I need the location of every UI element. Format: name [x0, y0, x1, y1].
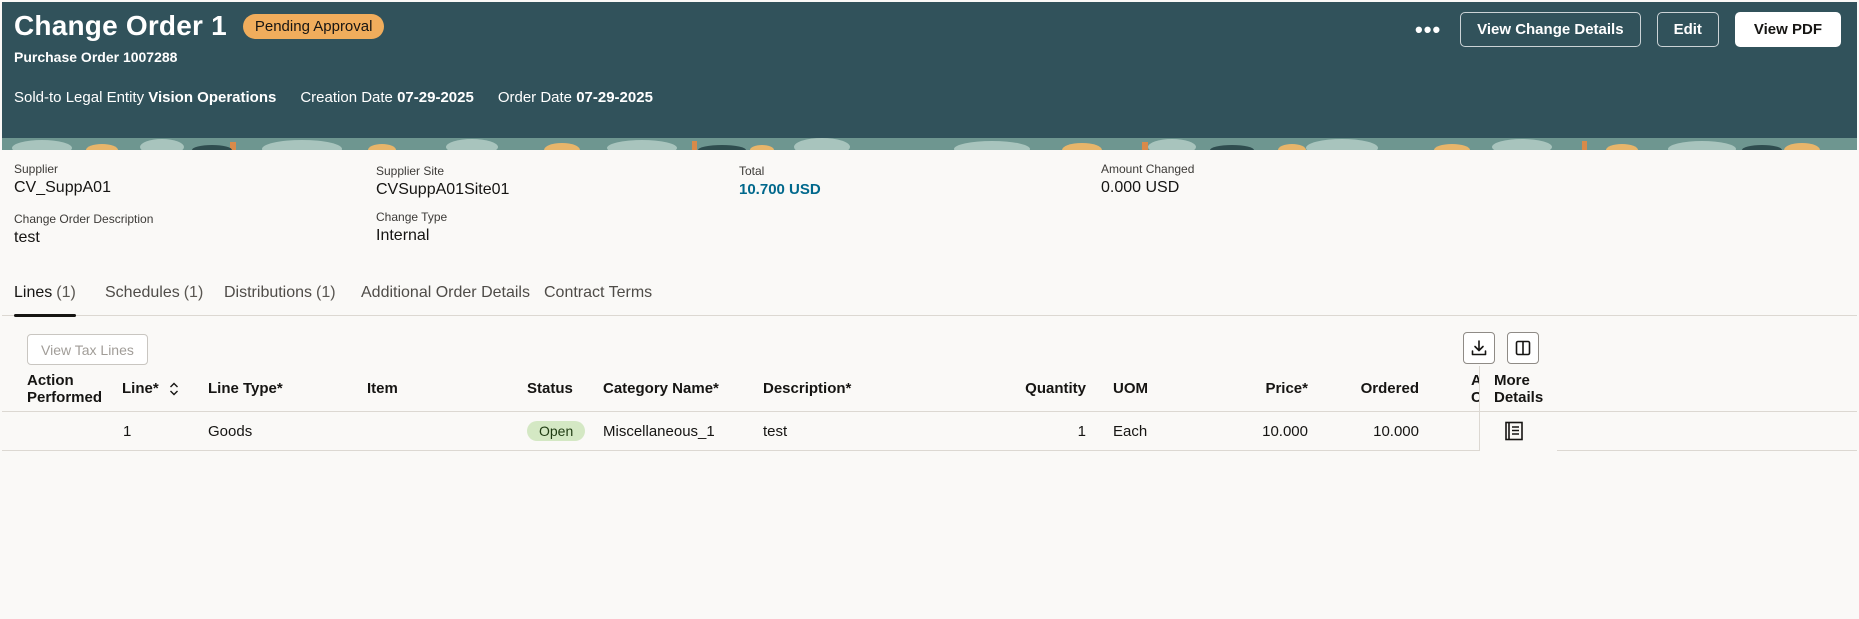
- details-icon[interactable]: [1504, 421, 1524, 441]
- col-quantity: Quantity: [1025, 380, 1086, 397]
- page-frame: Change Order 1 Pending Approval Purchase…: [2, 2, 1857, 617]
- total-field: Total 10.700 USD: [739, 164, 821, 198]
- cell-ordered: 10.000: [1373, 423, 1419, 440]
- meta-order-date: Order Date 07-29-2025: [497, 89, 653, 106]
- decorative-banner: [2, 138, 1857, 150]
- sort-icon[interactable]: [169, 382, 179, 396]
- col-status: Status: [527, 380, 573, 397]
- amount-changed-value: 0.000 USD: [1101, 179, 1180, 196]
- status-badge-open: Open: [527, 421, 586, 441]
- amount-changed-field: Amount Changed 0.000 USD: [1101, 162, 1194, 197]
- header-meta: Sold-to Legal Entity Vision Operations C…: [14, 89, 653, 106]
- more-details-column: More Details: [1479, 366, 1558, 451]
- supplier-value: CV_SuppA01: [14, 179, 111, 196]
- view-pdf-button[interactable]: View PDF: [1734, 12, 1841, 47]
- supplier-label: Supplier: [14, 162, 59, 176]
- description-label: Change Order Description: [14, 212, 154, 226]
- edit-button[interactable]: Edit: [1656, 12, 1719, 47]
- supplier-site-label: Supplier Site: [376, 164, 445, 178]
- page-subtitle: Purchase Order 1007288: [14, 49, 178, 65]
- supplier-field: Supplier CV_SuppA01: [14, 162, 111, 197]
- supplier-site-value: CVSuppA01Site01: [376, 181, 510, 198]
- col-uom: UOM: [1113, 380, 1148, 397]
- tab-schedules[interactable]: Schedules (1): [105, 284, 203, 316]
- tab-bar: Lines (1) Schedules (1) Distributions (1) A…: [2, 284, 1857, 317]
- columns-button[interactable]: [1507, 332, 1539, 364]
- col-action-performed: Action Performed: [27, 372, 103, 406]
- view-tax-lines-button[interactable]: View Tax Lines: [27, 334, 148, 365]
- col-description: Description*: [763, 380, 852, 397]
- col-more-details: More Details: [1494, 372, 1544, 406]
- tab-distributions[interactable]: Distributions (1): [224, 284, 336, 316]
- col-item: Item: [367, 380, 398, 397]
- cell-description: test: [763, 423, 788, 440]
- more-actions-icon[interactable]: •••: [1412, 14, 1444, 46]
- tab-additional-order-details[interactable]: Additional Order Details: [361, 284, 530, 316]
- cell-line-type: Goods: [208, 423, 253, 440]
- total-link[interactable]: 10.700 USD: [739, 181, 821, 198]
- col-line-type: Line Type*: [208, 380, 283, 397]
- download-button[interactable]: [1463, 332, 1495, 364]
- tab-lines[interactable]: Lines (1): [14, 284, 76, 317]
- change-type-value: Internal: [376, 227, 430, 244]
- description-value: test: [14, 229, 40, 246]
- view-change-details-button[interactable]: View Change Details: [1460, 12, 1641, 47]
- columns-icon: [1515, 340, 1531, 356]
- row-divider: [2, 450, 1857, 451]
- download-icon: [1471, 340, 1487, 356]
- description-field: Change Order Description test: [14, 212, 153, 247]
- meta-creation-date: Creation Date 07-29-2025: [300, 89, 474, 106]
- cell-category-name: Miscellaneous_1: [603, 423, 715, 440]
- supplier-site-field: Supplier Site CVSuppA01Site01: [376, 164, 509, 199]
- total-label: Total: [739, 164, 765, 178]
- cell-uom: Each: [1113, 423, 1148, 440]
- change-type-field: Change Type Internal: [376, 210, 447, 245]
- col-category-name: Category Name*: [603, 380, 719, 397]
- change-type-label: Change Type: [376, 210, 448, 224]
- col-line[interactable]: Line*: [122, 380, 179, 397]
- page-title: Change Order 1: [14, 10, 227, 41]
- cell-price: 10.000: [1262, 423, 1308, 440]
- col-price: Price*: [1265, 380, 1308, 397]
- page-header: Change Order 1 Pending Approval Purchase…: [2, 2, 1857, 150]
- header-actions: ••• View Change Details Edit View PDF: [1412, 12, 1841, 47]
- amount-changed-label: Amount Changed: [1101, 162, 1195, 176]
- cell-line: 1: [123, 423, 132, 440]
- sticky-divider: [1480, 411, 1558, 412]
- status-badge: Pending Approval: [242, 13, 385, 39]
- col-ordered: Ordered: [1360, 380, 1419, 397]
- title-row: Change Order 1 Pending Approval: [14, 10, 385, 42]
- header-divider: [2, 411, 1857, 412]
- meta-legal-entity: Sold-to Legal Entity Vision Operations: [14, 89, 277, 106]
- tab-contract-terms[interactable]: Contract Terms: [544, 284, 652, 316]
- cell-quantity: 1: [1077, 423, 1086, 440]
